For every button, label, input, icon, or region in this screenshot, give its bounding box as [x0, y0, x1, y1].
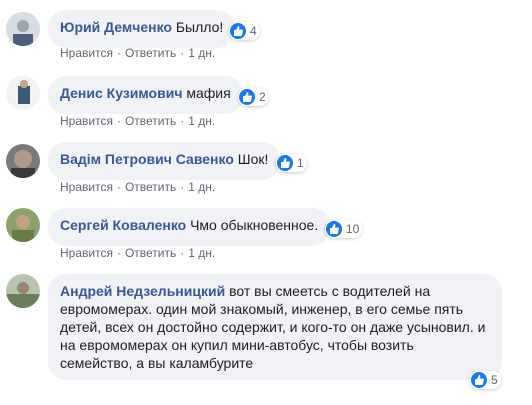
comment-author[interactable]: Юрий Демченко: [60, 19, 172, 35]
comment-actions: Нравится · Ответить · 1 дн.: [60, 114, 215, 128]
like-icon: [230, 23, 246, 39]
separator: ·: [116, 180, 121, 194]
comment-bubble: Денис Кузимович мафия: [48, 76, 243, 114]
like-button[interactable]: Нравится: [60, 246, 113, 260]
like-count: 5: [491, 373, 498, 387]
reply-button[interactable]: Ответить: [125, 246, 176, 260]
avatar[interactable]: [6, 144, 40, 178]
comment-bubble: Сергей Коваленко Чмо обыкновенное.: [48, 208, 331, 246]
comment-text: Шок!: [237, 151, 269, 167]
like-count: 2: [259, 90, 266, 104]
reaction-count[interactable]: 1: [276, 154, 307, 172]
avatar[interactable]: [6, 12, 40, 46]
avatar[interactable]: [6, 274, 40, 308]
timestamp[interactable]: 1 дн.: [188, 180, 215, 194]
like-button[interactable]: Нравится: [60, 114, 113, 128]
reply-button[interactable]: Ответить: [125, 180, 176, 194]
separator: ·: [180, 114, 185, 128]
comment-author[interactable]: Андрей Недзельницкий: [60, 283, 225, 299]
like-count: 10: [346, 222, 360, 236]
comment-author[interactable]: Денис Кузимович: [60, 85, 182, 101]
separator: ·: [116, 114, 121, 128]
separator: ·: [180, 246, 185, 260]
like-button[interactable]: Нравится: [60, 180, 113, 194]
like-count: 1: [297, 156, 304, 170]
separator: ·: [116, 46, 121, 60]
reply-button[interactable]: Ответить: [125, 46, 176, 60]
like-count: 4: [250, 24, 257, 38]
avatar[interactable]: [6, 76, 40, 110]
timestamp[interactable]: 1 дн.: [188, 114, 215, 128]
like-icon: [277, 155, 293, 171]
reaction-count[interactable]: 4: [229, 22, 260, 40]
comment-author[interactable]: Вадім Петрович Савенко: [60, 151, 234, 167]
comment-bubble: Андрей Недзельницкий вот вы смеетсь с во…: [48, 274, 502, 380]
comment-actions: Нравится · Ответить · 1 дн.: [60, 180, 215, 194]
timestamp[interactable]: 1 дн.: [188, 246, 215, 260]
timestamp[interactable]: 1 дн.: [188, 46, 215, 60]
comment-bubble: Вадім Петрович Савенко Шок!: [48, 142, 281, 180]
like-icon: [326, 221, 342, 237]
like-icon: [471, 372, 487, 388]
comment-actions: Нравится · Ответить · 1 дн.: [60, 46, 215, 60]
comment-actions: Нравится · Ответить · 1 дн.: [60, 246, 215, 260]
reply-button[interactable]: Ответить: [125, 114, 176, 128]
separator: ·: [116, 246, 121, 260]
comment-bubble: Юрий Демченко Былло!: [48, 10, 236, 48]
comment-author[interactable]: Сергей Коваленко: [60, 217, 186, 233]
like-icon: [239, 89, 255, 105]
reaction-count[interactable]: 2: [238, 88, 269, 106]
separator: ·: [180, 180, 185, 194]
avatar[interactable]: [6, 208, 40, 242]
comment-text: Былло!: [175, 19, 224, 35]
comment-text: Чмо обыкновенное.: [190, 217, 319, 233]
separator: ·: [180, 46, 185, 60]
like-button[interactable]: Нравится: [60, 46, 113, 60]
reaction-count[interactable]: 10: [325, 220, 363, 238]
comment-text: мафия: [186, 85, 231, 101]
reaction-count[interactable]: 5: [470, 371, 501, 389]
